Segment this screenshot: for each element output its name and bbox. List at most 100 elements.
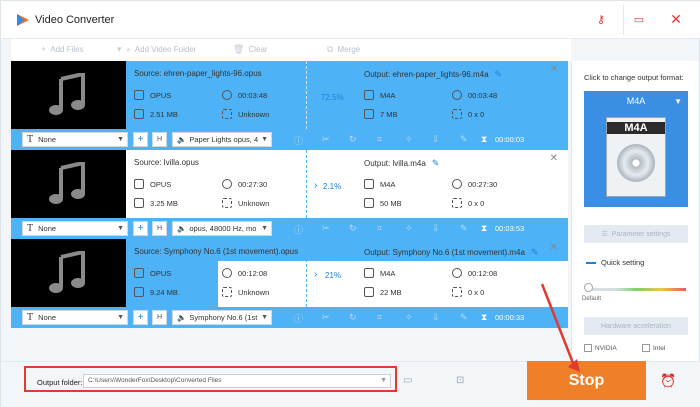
resolution-icon bbox=[222, 109, 232, 119]
scissors-icon[interactable]: ✂ bbox=[322, 312, 330, 323]
source-label: Source: Symphony No.6 (1st movement).opu… bbox=[134, 247, 299, 256]
info-icon[interactable]: ⓘ bbox=[294, 223, 303, 236]
edit-icon[interactable]: ✎ bbox=[531, 247, 539, 257]
remove-task-icon[interactable]: ✕ bbox=[550, 242, 558, 253]
add-video-folder-button[interactable]: ▾ + Add Video Folder bbox=[117, 44, 196, 55]
source-duration-value: 00:03:48 bbox=[238, 90, 268, 100]
edit-icon[interactable]: ✎ bbox=[432, 158, 440, 168]
remove-task-icon[interactable]: ✕ bbox=[550, 153, 558, 164]
edit-icon[interactable]: ✎ bbox=[460, 312, 468, 323]
output-duration: 00:27:30 bbox=[452, 179, 497, 189]
crop-icon[interactable]: ⌗ bbox=[377, 223, 382, 234]
hourglass-icon: ⧗ bbox=[481, 312, 488, 322]
scissors-icon[interactable]: ✂ bbox=[322, 223, 330, 234]
quality-slider-track[interactable] bbox=[586, 288, 686, 291]
cart-icon[interactable]: ▭ bbox=[629, 9, 649, 29]
stop-button[interactable]: Stop bbox=[527, 361, 646, 400]
subtitle-select[interactable]: T None ▼ bbox=[22, 132, 128, 147]
output-format-selector[interactable]: M4A ▼ M4A bbox=[584, 91, 688, 207]
source-format-value: OPUS bbox=[150, 268, 172, 278]
nvidia-option[interactable]: NVIDIA bbox=[584, 341, 617, 355]
source-format-value: OPUS bbox=[150, 90, 172, 100]
quality-slider-knob[interactable] bbox=[584, 283, 593, 292]
hardware-acceleration-button[interactable]: Hardware acceleration bbox=[584, 317, 688, 335]
close-window-button[interactable]: ✕ bbox=[666, 9, 686, 29]
merge-label: Merge bbox=[337, 45, 361, 54]
intel-option[interactable]: Intel bbox=[642, 341, 665, 355]
output-label-text: Output: Symphony No.6 (1st movement).m4a bbox=[364, 248, 525, 257]
annotation-highlight-box bbox=[24, 366, 397, 392]
audio-track-select[interactable]: 🔈 opus, 48000 Hz, mo ▼ bbox=[172, 221, 272, 236]
chevron-down-icon: ▼ bbox=[117, 314, 124, 321]
rotate-icon[interactable]: ↻ bbox=[349, 312, 357, 323]
hdr-icon[interactable]: H bbox=[152, 132, 167, 147]
rotate-icon[interactable]: ↻ bbox=[349, 134, 357, 145]
effects-icon[interactable]: ✧ bbox=[405, 134, 413, 145]
edit-icon[interactable]: ✎ bbox=[460, 134, 468, 145]
source-duration: 00:27:30 bbox=[222, 179, 267, 189]
add-subtitle-button[interactable]: + bbox=[133, 221, 148, 236]
parameter-settings-button[interactable]: ☰ Parameter settings bbox=[584, 225, 688, 243]
subtitle-select[interactable]: T None ▼ bbox=[22, 310, 128, 325]
add-subtitle-button[interactable]: + bbox=[133, 310, 148, 325]
output-resolution: 0 x 0 bbox=[452, 287, 484, 297]
output-resolution-value: 0 x 0 bbox=[468, 109, 485, 119]
audio-track-select[interactable]: 🔈 Symphony No.6 (1st ▼ bbox=[172, 310, 272, 325]
text-icon: T bbox=[27, 312, 34, 323]
text-icon: T bbox=[27, 223, 34, 234]
folder-icon bbox=[364, 198, 374, 208]
source-duration-value: 00:12:08 bbox=[238, 268, 268, 278]
text-icon: T bbox=[27, 134, 34, 145]
crop-icon[interactable]: ⌗ bbox=[377, 312, 382, 323]
subtitle-select[interactable]: T None ▼ bbox=[22, 221, 128, 236]
intel-checkbox[interactable] bbox=[642, 344, 650, 352]
hardware-acceleration-label: Hardware acceleration bbox=[600, 322, 672, 330]
output-size-value: 50 MB bbox=[380, 198, 402, 208]
alarm-clock-icon[interactable]: ⏰ bbox=[660, 373, 676, 389]
browse-folder-icon[interactable]: ▭ bbox=[403, 375, 412, 386]
hdr-icon[interactable]: H bbox=[152, 310, 167, 325]
chevron-right-icon: › bbox=[314, 180, 318, 191]
watermark-icon[interactable]: ⇩ bbox=[432, 312, 440, 323]
effects-icon[interactable]: ✧ bbox=[405, 312, 413, 323]
task-info: ✕ Source: Symphony No.6 (1st movement).o… bbox=[126, 239, 568, 307]
watermark-icon[interactable]: ⇩ bbox=[432, 223, 440, 234]
nvidia-checkbox[interactable] bbox=[584, 344, 592, 352]
info-icon[interactable]: ⓘ bbox=[294, 312, 303, 325]
source-size: 9.24 MB bbox=[134, 287, 178, 297]
rotate-icon[interactable]: ↻ bbox=[349, 223, 357, 234]
key-icon[interactable]: ⚷ bbox=[591, 9, 611, 29]
format-icon bbox=[364, 268, 374, 278]
task-row[interactable]: ✕ Source: Symphony No.6 (1st movement).o… bbox=[11, 239, 568, 328]
watermark-icon[interactable]: ⇩ bbox=[432, 134, 440, 145]
merge-button[interactable]: ⧉ Merge bbox=[327, 44, 360, 55]
clock-icon bbox=[452, 90, 462, 100]
output-settings-panel: Click to change output format: M4A ▼ M4A… bbox=[571, 61, 699, 361]
task-info: ✕ Source: lvilla.opus OPUS 00:27:30 3.25… bbox=[126, 150, 568, 218]
elapsed-time: 00:03:53 bbox=[495, 224, 525, 233]
output-duration-value: 00:03:48 bbox=[468, 90, 498, 100]
output-label: Output: lvilla.m4a ✎ bbox=[364, 158, 439, 169]
edit-icon[interactable]: ✎ bbox=[495, 69, 503, 79]
info-icon[interactable]: ⓘ bbox=[294, 134, 303, 147]
source-duration-value: 00:27:30 bbox=[238, 179, 268, 189]
audio-track-select[interactable]: 🔈 Paper Lights opus, 4 ▼ bbox=[172, 132, 272, 147]
open-folder-icon[interactable]: ⊡ bbox=[456, 375, 464, 386]
add-files-button[interactable]: + Add Files bbox=[41, 44, 84, 54]
toolbar: + Add Files ▾ + Add Video Folder 🗑 Clear… bbox=[11, 39, 571, 61]
effects-icon[interactable]: ✧ bbox=[405, 223, 413, 234]
task-row[interactable]: ✕ Source: lvilla.opus OPUS 00:27:30 3.25… bbox=[11, 150, 568, 239]
edit-icon[interactable]: ✎ bbox=[460, 223, 468, 234]
hdr-icon[interactable]: H bbox=[152, 221, 167, 236]
format-name: M4A bbox=[626, 96, 646, 106]
remove-task-icon[interactable]: ✕ bbox=[550, 64, 558, 75]
clear-button[interactable]: 🗑 Clear bbox=[233, 44, 268, 55]
add-subtitle-button[interactable]: + bbox=[133, 132, 148, 147]
progress-divider bbox=[306, 61, 307, 129]
resolution-icon bbox=[222, 198, 232, 208]
crop-icon[interactable]: ⌗ bbox=[377, 134, 382, 145]
task-row[interactable]: ✕ Source: ehren-paper_lights-96.opus OPU… bbox=[11, 61, 568, 150]
slider-default-label: Default bbox=[582, 296, 602, 302]
output-size: 7 MB bbox=[364, 109, 398, 119]
scissors-icon[interactable]: ✂ bbox=[322, 134, 330, 145]
